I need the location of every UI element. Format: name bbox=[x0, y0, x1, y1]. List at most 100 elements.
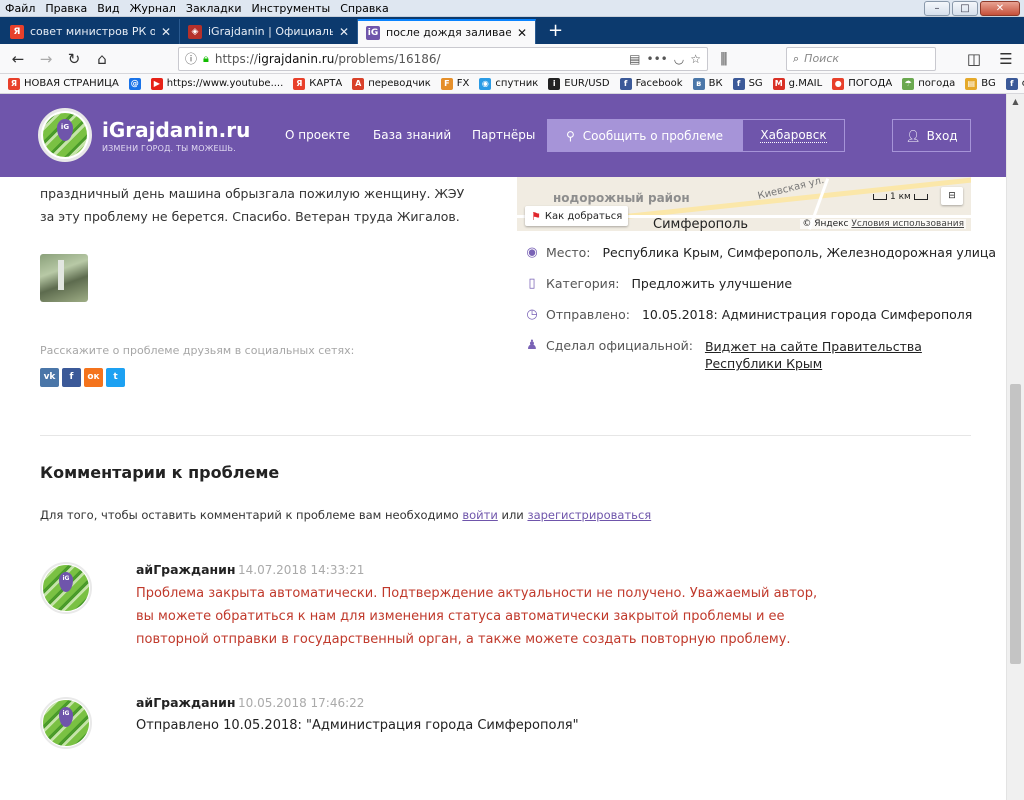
tab-sovet-ministrov[interactable]: Я совет министров РК обращен ✕ bbox=[2, 19, 180, 44]
url-bar[interactable]: ⓘ 🔒︎ https://igrajdanin.ru/problems/1618… bbox=[178, 46, 708, 71]
menu-hamburger-icon[interactable]: ☰ bbox=[994, 47, 1018, 71]
bookmark-item[interactable]: Я НОВАЯ СТРАНИЦА bbox=[8, 77, 119, 90]
search-input[interactable]: ⌕ Поиск bbox=[786, 46, 936, 71]
scale-bar bbox=[913, 194, 928, 200]
close-tab-icon[interactable]: ✕ bbox=[161, 25, 171, 39]
bookmark-item[interactable]: ● ПОГОДА bbox=[832, 77, 893, 90]
menu-help[interactable]: Справка bbox=[335, 2, 393, 15]
tab-igrajdanin-official[interactable]: ◈ iGrajdanin | Официальный пор ✕ bbox=[180, 19, 358, 44]
meta-place: ◉ Место: Республика Крым, Симферополь, Ж… bbox=[524, 245, 996, 260]
brand-name[interactable]: iGrajdanin.ru bbox=[102, 118, 250, 142]
login-link[interactable]: войти bbox=[462, 508, 497, 522]
yandex-icon: Я bbox=[293, 77, 306, 90]
pocket-icon[interactable]: ◡ bbox=[674, 52, 684, 66]
page-actions-icon[interactable]: ••• bbox=[647, 52, 668, 66]
bookmark-item[interactable]: f Facebook bbox=[619, 77, 683, 90]
map-city-label: Симферополь bbox=[653, 217, 749, 231]
search-icon: ⌕ bbox=[793, 51, 800, 65]
bookmark-item[interactable]: i EUR/USD bbox=[548, 77, 610, 90]
menu-bookmarks[interactable]: Закладки bbox=[181, 2, 247, 15]
bookmark-item[interactable]: F FX bbox=[440, 77, 469, 90]
meta-official-link[interactable]: Виджет на сайте Правительства Республики… bbox=[705, 338, 975, 372]
back-icon[interactable]: ← bbox=[6, 47, 30, 71]
scroll-up-icon[interactable]: ▲ bbox=[1007, 94, 1024, 110]
library-icon[interactable]: ⫼ bbox=[712, 47, 736, 71]
page-scrollbar[interactable]: ▲ bbox=[1006, 94, 1024, 800]
twitter-share-icon[interactable]: t bbox=[106, 368, 125, 387]
url-text[interactable]: https://igrajdanin.ru/problems/16186/ bbox=[215, 52, 623, 66]
new-tab-button[interactable]: + bbox=[536, 19, 575, 44]
comments-title: Комментарии к проблеме bbox=[40, 463, 280, 482]
map-terms-link[interactable]: Условия использования bbox=[851, 219, 964, 229]
route-button[interactable]: ⚑ Как добраться bbox=[525, 206, 629, 226]
site-logo[interactable]: iG bbox=[38, 108, 92, 162]
city-selector[interactable]: Хабаровск bbox=[742, 119, 845, 152]
bookmark-item[interactable]: f SG bbox=[732, 77, 763, 90]
bookmark-label: ПОГОДА bbox=[848, 78, 893, 89]
menu-history[interactable]: Журнал bbox=[125, 2, 181, 15]
nav-partners[interactable]: Партнёры bbox=[472, 128, 535, 142]
report-problem-label: Сообщить о проблеме bbox=[582, 128, 724, 143]
close-tab-icon[interactable]: ✕ bbox=[517, 26, 527, 40]
close-window-button[interactable]: ✕ bbox=[980, 1, 1020, 16]
map-copyright: © Яндекс Условия использования bbox=[800, 219, 966, 229]
login-button[interactable]: 👤︎ Вход bbox=[892, 119, 971, 152]
menu-file[interactable]: Файл bbox=[0, 2, 40, 15]
scrollbar-thumb[interactable] bbox=[1010, 384, 1021, 664]
nav-about[interactable]: О проекте bbox=[285, 128, 350, 142]
vk-icon: в bbox=[692, 77, 705, 90]
user-icon: 👤︎ bbox=[905, 128, 921, 143]
vk-share-icon[interactable]: vk bbox=[40, 368, 59, 387]
target-icon: ◉ bbox=[526, 245, 538, 260]
bookmark-star-icon[interactable]: ☆ bbox=[690, 52, 701, 66]
bookmark-item[interactable]: ▤ BG bbox=[965, 77, 996, 90]
sidebar-icon[interactable]: ◫ bbox=[962, 47, 986, 71]
maximize-button[interactable]: □ bbox=[952, 1, 978, 16]
bookmark-icon: ▯ bbox=[528, 276, 536, 291]
bookmark-item[interactable]: @ bbox=[128, 77, 141, 90]
bookmark-label: https://www.youtube.... bbox=[166, 78, 284, 89]
menu-view[interactable]: Вид bbox=[92, 2, 124, 15]
menu-edit[interactable]: Правка bbox=[40, 2, 92, 15]
tab-problem-active[interactable]: iG после дождя заливает водой т ✕ bbox=[358, 19, 536, 44]
home-icon[interactable]: ⌂ bbox=[90, 47, 114, 71]
minimize-button[interactable]: – bbox=[924, 1, 950, 16]
lock-icon[interactable]: 🔒︎ bbox=[203, 52, 209, 66]
note-text: Для того, чтобы оставить комментарий к п… bbox=[40, 508, 459, 522]
page-viewport: iG iGrajdanin.ru ИЗМЕНИ ГОРОД. ТЫ МОЖЕШЬ… bbox=[0, 94, 1006, 800]
bookmark-item[interactable]: Aпереводчик bbox=[352, 77, 431, 90]
meta-sent-value: 10.05.2018: Администрация города Симферо… bbox=[641, 307, 973, 322]
bookmark-item[interactable]: Я КАРТА bbox=[293, 77, 342, 90]
menu-tools[interactable]: Инструменты bbox=[247, 2, 336, 15]
city-label: Хабаровск bbox=[760, 128, 827, 143]
bookmark-item[interactable]: Mg.MAIL bbox=[772, 77, 823, 90]
weather-icon: ● bbox=[832, 77, 845, 90]
bookmark-item[interactable]: в ВК bbox=[692, 77, 723, 90]
nav-knowledge-base[interactable]: База знаний bbox=[373, 128, 451, 142]
meta-category-value: Предложить улучшение bbox=[631, 276, 793, 291]
problem-photo-thumbnail[interactable] bbox=[40, 254, 88, 302]
forward-icon[interactable]: → bbox=[34, 47, 58, 71]
facebook-share-icon[interactable]: f bbox=[62, 368, 81, 387]
register-link[interactable]: зарегистрироваться bbox=[527, 508, 651, 522]
info-icon[interactable]: ⓘ bbox=[185, 50, 197, 67]
navigation-toolbar: ← → ↻ ⌂ ⓘ 🔒︎ https://igrajdanin.ru/probl… bbox=[0, 44, 1024, 74]
bookmark-item[interactable]: ◉ спутник bbox=[479, 77, 538, 90]
ruler-icon[interactable]: ⊟ bbox=[941, 187, 963, 205]
bookmark-item[interactable]: ☂ погода bbox=[902, 77, 955, 90]
odnoklassniki-share-icon[interactable]: ок bbox=[84, 368, 103, 387]
url-host: igrajdanin.ru bbox=[257, 51, 335, 66]
bookmark-label: g.MAIL bbox=[788, 78, 823, 89]
reader-view-icon[interactable]: ▤ bbox=[629, 52, 640, 66]
problem-map[interactable]: нодорожный район Киевская ул. Симферопол… bbox=[517, 177, 971, 231]
gmail-icon: M bbox=[772, 77, 785, 90]
comment-author: айГражданин bbox=[136, 562, 236, 577]
report-problem-button[interactable]: ⚲ Сообщить о проблеме bbox=[547, 119, 742, 152]
bookmark-item[interactable]: fстр В bbox=[1005, 77, 1024, 90]
url-path: /problems/16186/ bbox=[334, 51, 441, 66]
bookmark-item[interactable]: ▶ https://www.youtube.... bbox=[150, 77, 284, 90]
close-tab-icon[interactable]: ✕ bbox=[339, 25, 349, 39]
reload-icon[interactable]: ↻ bbox=[62, 47, 86, 71]
meta-place-value: Республика Крым, Симферополь, Железнодор… bbox=[602, 245, 997, 260]
tab-title: iGrajdanin | Официальный пор bbox=[208, 25, 333, 38]
